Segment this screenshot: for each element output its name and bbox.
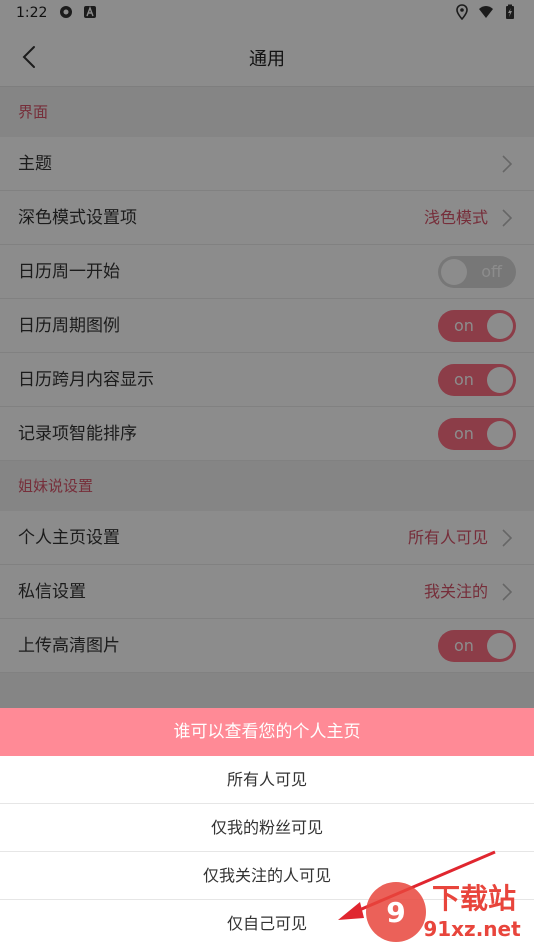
svg-text:9: 9 bbox=[386, 896, 405, 929]
option-followers-only[interactable]: 仅我的粉丝可见 bbox=[0, 804, 534, 852]
watermark-brand: 下载站 bbox=[432, 882, 516, 915]
sheet-title: 谁可以查看您的个人主页 bbox=[0, 708, 534, 756]
watermark-logo: 9 下载站 91xz.net bbox=[366, 882, 521, 942]
option-everyone[interactable]: 所有人可见 bbox=[0, 756, 534, 804]
modal-overlay[interactable] bbox=[0, 0, 534, 708]
watermark-domain: 91xz.net bbox=[423, 917, 521, 941]
